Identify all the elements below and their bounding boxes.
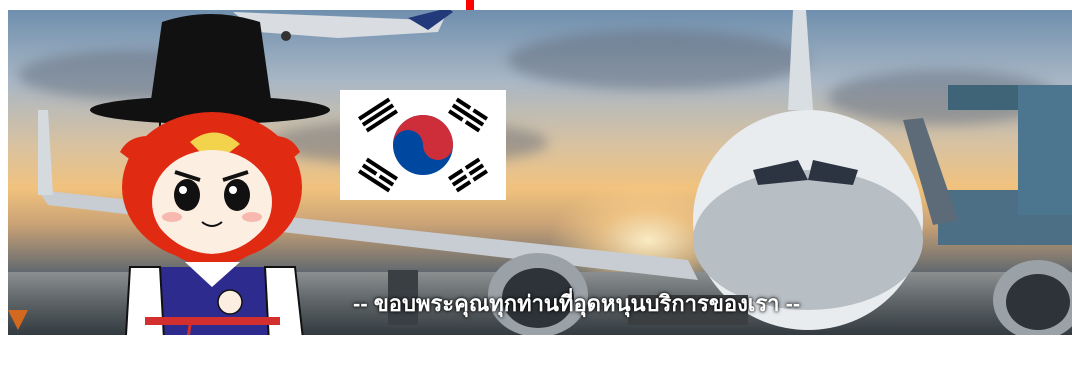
korean-flag-icon [340, 90, 506, 200]
bottom-whitespace [0, 335, 1072, 385]
banner-caption: -- ขอบพระคุณทุกท่านที่อุดหนุนบริการของเร… [353, 291, 801, 316]
mascot-illustration [90, 14, 330, 385]
red-marker [466, 0, 474, 10]
